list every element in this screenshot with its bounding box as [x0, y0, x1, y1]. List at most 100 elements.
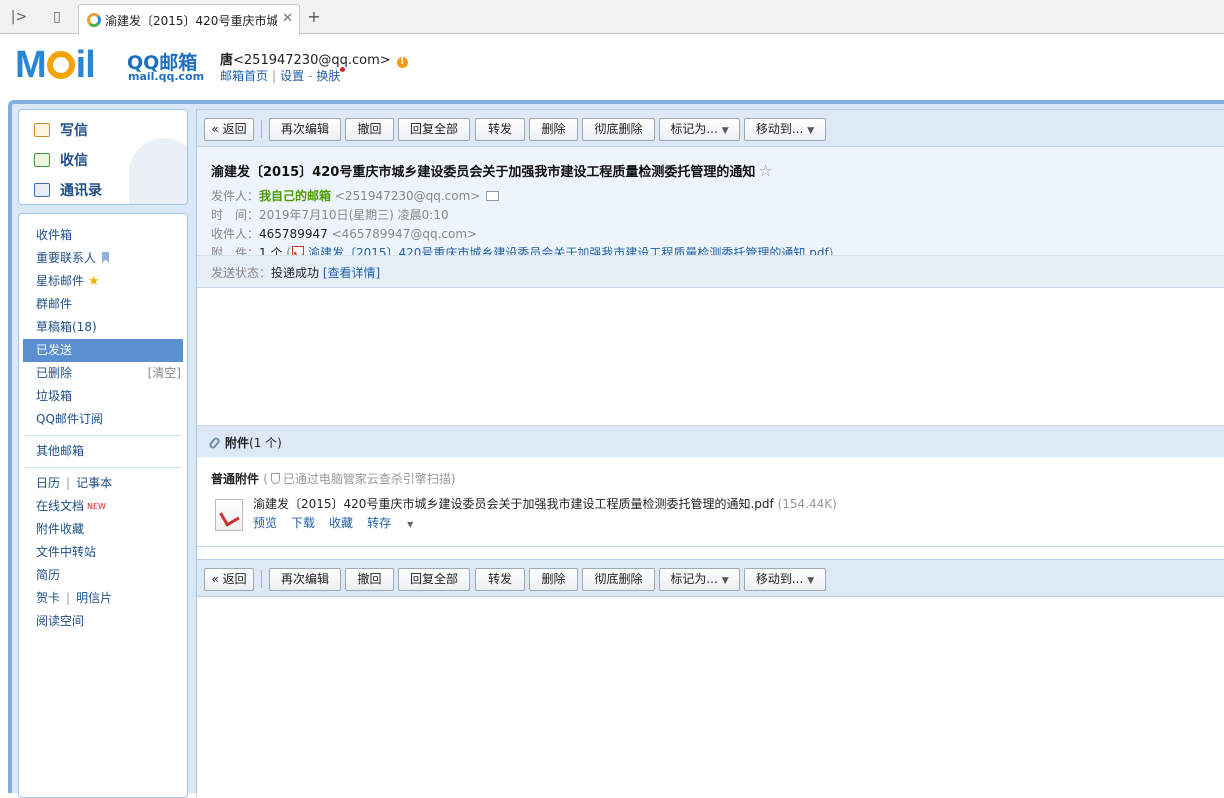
nav-notes[interactable]: 记事本 — [76, 476, 112, 490]
receive-button[interactable]: 收信 — [34, 150, 88, 170]
bookmark-icon — [102, 252, 110, 263]
pdf-file-icon[interactable] — [215, 499, 243, 531]
mark-as-dropdown[interactable]: 标记为... ▼ — [659, 118, 740, 141]
nav-resume[interactable]: 简历 — [19, 564, 187, 587]
new-tab-button[interactable]: + — [304, 6, 324, 28]
download-link[interactable]: 下载 — [291, 516, 315, 530]
bottom-toolbar: « 返回 再次编辑 撤回 回复全部 转发 删除 彻底删除 标记为... ▼ 移动到… — [197, 559, 1224, 597]
browser-tab-bar: |> ▯ 渝建发〔2015〕420号重庆市城乡建设委员会关于加强我市建设工程质量… — [0, 0, 1224, 35]
compose-button[interactable]: 写信 — [34, 120, 88, 140]
contact-card-icon[interactable] — [486, 191, 500, 201]
reply-all-button[interactable]: 回复全部 — [398, 568, 470, 591]
reedit-button[interactable]: 再次编辑 — [269, 568, 341, 591]
sender-name[interactable]: 我自己的邮箱 — [259, 189, 331, 203]
view-details-link[interactable]: [查看详情] — [323, 266, 380, 280]
preview-link[interactable]: 预览 — [253, 516, 277, 530]
send-status-bar: 发送状态：投递成功 [查看详情] — [197, 255, 1224, 287]
nav-inbox[interactable]: 收件箱 — [19, 224, 187, 247]
nav-card[interactable]: 贺卡 — [36, 591, 60, 605]
browser-tab[interactable]: 渝建发〔2015〕420号重庆市城乡建设委员会关于加强我市建设工程质量检测委托管… — [78, 4, 300, 35]
move-to-dropdown[interactable]: 移动到... ▼ — [744, 118, 826, 141]
reply-all-button[interactable]: 回复全部 — [398, 118, 470, 141]
nav-reading[interactable]: 阅读空间 — [19, 610, 187, 633]
nav-file-transfer[interactable]: 文件中转站 — [19, 541, 187, 564]
attachments-header: 附件(1 个) — [197, 425, 1224, 457]
mail-logo[interactable]: Mil — [15, 46, 96, 84]
user-name: 唐 — [220, 53, 234, 68]
recipient-email: <465789947@qq.com> — [331, 227, 478, 241]
clear-deleted-link[interactable]: [清空] — [148, 362, 181, 385]
nav-divider — [25, 435, 181, 436]
mail-frame: 写信 收信 通讯录 收件箱 重要联系人 星标邮件 ★ 群邮件 草稿箱(18) 已发… — [8, 100, 1224, 798]
mail-time: 2019年7月10日(星期三) 凌晨0:10 — [259, 208, 449, 222]
chevron-down-icon: ▼ — [807, 126, 815, 136]
attachment-file[interactable]: 渝建发〔2015〕420号重庆市城乡建设委员会关于加强我市建设工程质量检测委托管… — [253, 495, 837, 512]
settings-link[interactable]: 设置 — [280, 69, 304, 83]
recall-button[interactable]: 撤回 — [345, 118, 394, 141]
delete-button[interactable]: 删除 — [529, 568, 578, 591]
nav-subscribe[interactable]: QQ邮件订阅 — [19, 408, 187, 431]
nav-sent[interactable]: 已发送 — [23, 339, 183, 362]
tab-close-icon[interactable]: ✕ — [282, 11, 293, 26]
save-to-dropdown[interactable]: 转存 ▼ — [367, 516, 427, 530]
time-row: 时 间：2019年7月10日(星期三) 凌晨0:10 — [211, 208, 449, 222]
user-email: <251947230@qq.com> — [233, 53, 391, 68]
contacts-icon — [34, 183, 50, 197]
skin-link[interactable]: 换肤 — [316, 69, 340, 83]
nav-vip[interactable]: 重要联系人 — [19, 247, 187, 270]
receive-icon — [34, 153, 50, 167]
device-icon[interactable]: ▯ — [46, 6, 68, 28]
attachments-body: 普通附件 (已通过电脑管家云查杀引擎扫描) 渝建发〔2015〕420号重庆市城乡… — [197, 457, 1224, 547]
move-to-dropdown[interactable]: 移动到... ▼ — [744, 568, 826, 591]
forward-button[interactable]: 转发 — [475, 118, 525, 141]
recipient-row: 收件人：465789947 <465789947@qq.com> — [211, 227, 478, 241]
nav-calendar[interactable]: 日历 — [36, 476, 60, 490]
recipient-name[interactable]: 465789947 — [259, 227, 328, 241]
mail-home-link[interactable]: 邮箱首页 — [220, 69, 268, 83]
nav-drafts[interactable]: 草稿箱(18) — [19, 316, 187, 339]
delete-permanently-button[interactable]: 彻底删除 — [582, 568, 655, 591]
attachment-actions: 预览 下载 收藏 转存 ▼ — [253, 514, 441, 531]
chevron-down-icon: ▼ — [407, 520, 414, 529]
recall-button[interactable]: 撤回 — [345, 568, 394, 591]
nav-docs[interactable]: 在线文档 NEW — [19, 495, 187, 518]
nav-calendar-row: 日历 | 记事本 — [36, 476, 113, 490]
notification-dot-icon — [340, 67, 346, 72]
nav-postcard[interactable]: 明信片 — [76, 591, 112, 605]
user-info: 唐<251947230@qq.com>! — [220, 49, 408, 68]
penguin-decoration-icon — [129, 138, 187, 204]
folder-nav: 收件箱 重要联系人 星标邮件 ★ 群邮件 草稿箱(18) 已发送 已删除 [清空] … — [18, 213, 188, 798]
nav-starred[interactable]: 星标邮件 ★ — [19, 270, 187, 293]
nav-divider — [25, 467, 181, 468]
logo-url[interactable]: mail.qq.com — [128, 70, 204, 83]
nav-attachment-favorites[interactable]: 附件收藏 — [19, 518, 187, 541]
paperclip-icon — [207, 436, 222, 450]
nav-deleted[interactable]: 已删除 [清空] — [19, 362, 187, 385]
mail-detail-header: 渝建发〔2015〕420号重庆市城乡建设委员会关于加强我市建设工程质量检测委托管… — [197, 147, 1224, 288]
new-badge: NEW — [87, 502, 106, 511]
star-icon: ★ — [88, 274, 100, 289]
contacts-button[interactable]: 通讯录 — [34, 180, 102, 200]
chevron-down-icon: ▼ — [807, 576, 815, 586]
back-button[interactable]: « 返回 — [204, 568, 254, 591]
favorite-link[interactable]: 收藏 — [329, 516, 353, 530]
delete-permanently-button[interactable]: 彻底删除 — [582, 118, 655, 141]
compose-icon — [34, 123, 50, 137]
reedit-button[interactable]: 再次编辑 — [269, 118, 341, 141]
sidebar-toggle-icon[interactable]: |> — [8, 6, 30, 28]
star-outline-icon[interactable]: ☆ — [758, 161, 772, 180]
delete-button[interactable]: 删除 — [529, 118, 578, 141]
chevron-down-icon: ▼ — [721, 576, 729, 586]
nav-group[interactable]: 群邮件 — [19, 293, 187, 316]
back-button[interactable]: « 返回 — [204, 118, 254, 141]
top-toolbar: « 返回 再次编辑 撤回 回复全部 转发 删除 彻底删除 标记为... ▼ 移动到… — [197, 109, 1224, 147]
mark-as-dropdown[interactable]: 标记为... ▼ — [659, 568, 740, 591]
nav-other-mailbox[interactable]: 其他邮箱 — [19, 440, 187, 463]
forward-button[interactable]: 转发 — [475, 568, 525, 591]
warning-icon[interactable]: ! — [396, 57, 408, 68]
chevron-down-icon: ▼ — [721, 126, 729, 136]
browser-tab-title: 渝建发〔2015〕420号重庆市城乡建设委员会关于加强我市建设工程质量检测委托管… — [105, 14, 277, 28]
mail-header: Mil QQ邮箱 mail.qq.com 唐<251947230@qq.com>… — [0, 35, 1224, 100]
mail-main: « 返回 再次编辑 撤回 回复全部 转发 删除 彻底删除 标记为... ▼ 移动到… — [196, 109, 1224, 797]
nav-spam[interactable]: 垃圾箱 — [19, 385, 187, 408]
